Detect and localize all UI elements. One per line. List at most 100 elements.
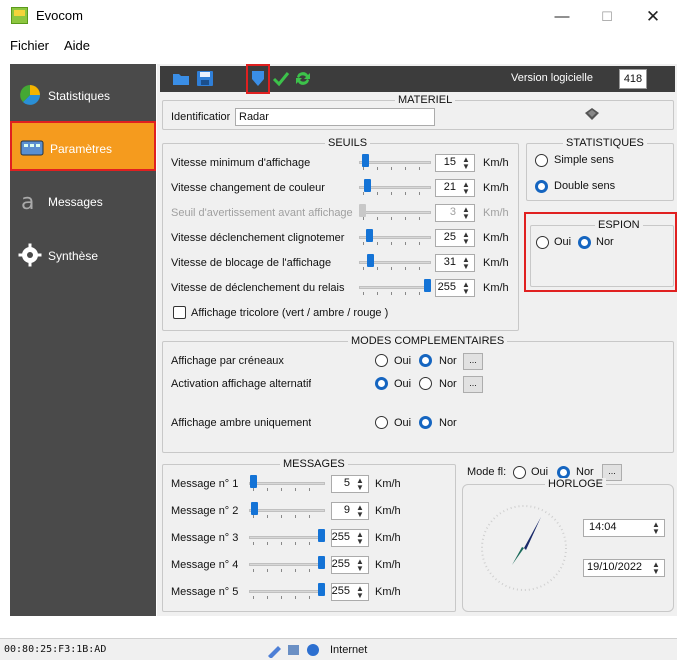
seuil-spinbox: 3 ▲ ▼	[435, 204, 475, 222]
maximize-button[interactable]: ☐	[590, 4, 624, 30]
spin-arrows-icon[interactable]: ▲ ▼	[459, 206, 473, 221]
seuil-unit: Km/h	[483, 257, 509, 269]
mode-non-radio[interactable]	[419, 416, 432, 429]
mode-flash-oui-radio[interactable]	[513, 466, 526, 479]
date-input[interactable]: 19/10/2022 ▲ ▼	[583, 559, 665, 577]
seuil-label: Vitesse changement de couleur	[171, 182, 325, 194]
spin-arrows-icon[interactable]: ▲ ▼	[459, 256, 473, 271]
slider-ticks	[363, 167, 427, 170]
seuil-slider[interactable]	[359, 154, 431, 170]
time-spin-icon[interactable]: ▲ ▼	[649, 521, 663, 536]
slider-ticks	[253, 515, 321, 518]
spin-arrows-icon[interactable]: ▲ ▼	[459, 231, 473, 246]
open-folder-icon[interactable]	[172, 70, 190, 87]
seuil-spinbox[interactable]: 255 ▲ ▼	[435, 279, 475, 297]
slider-thumb[interactable]	[318, 583, 325, 596]
identification-input[interactable]: Radar	[235, 108, 435, 126]
message-spinbox[interactable]: 255 ▲ ▼	[331, 556, 369, 574]
spin-arrows-icon[interactable]: ▲ ▼	[353, 531, 367, 546]
version-label: Version logicielle	[511, 72, 593, 84]
spin-arrows-icon[interactable]: ▲ ▼	[353, 585, 367, 600]
mode-more-button[interactable]: ...	[463, 376, 483, 393]
slider-thumb[interactable]	[364, 179, 371, 192]
message-spinbox[interactable]: 255 ▲ ▼	[331, 529, 369, 547]
double-sens-radio[interactable]	[535, 180, 548, 193]
title-bar: Evocom — ☐ ✕	[0, 0, 677, 34]
spin-arrows-icon[interactable]: ▲ ▼	[459, 281, 473, 296]
seuil-spinbox[interactable]: 15 ▲ ▼	[435, 154, 475, 172]
spin-arrows-icon[interactable]: ▲ ▼	[353, 558, 367, 573]
slider-thumb[interactable]	[366, 229, 373, 242]
sidebar-item-synthese[interactable]: Synthèse	[10, 230, 156, 280]
seuil-spinbox[interactable]: 25 ▲ ▼	[435, 229, 475, 247]
message-slider[interactable]	[249, 556, 325, 572]
slider-track	[249, 563, 325, 566]
message-label: Message n° 2	[171, 505, 239, 517]
version-value: 418	[619, 69, 647, 89]
mode-label: Affichage par créneaux	[171, 355, 284, 367]
mode-more-button[interactable]: ...	[463, 353, 483, 370]
message-label: Message n° 1	[171, 478, 239, 490]
simple-sens-label: Simple sens	[554, 154, 614, 166]
seuil-value: 21	[443, 181, 456, 193]
identification-label: Identificatior	[171, 111, 231, 123]
message-spinbox[interactable]: 255 ▲ ▼	[331, 583, 369, 601]
slider-thumb[interactable]	[367, 254, 374, 267]
save-icon[interactable]	[196, 70, 214, 87]
slider-thumb[interactable]	[359, 204, 366, 217]
slider-thumb[interactable]	[362, 154, 369, 167]
mode-oui-radio[interactable]	[375, 416, 388, 429]
slider-thumb[interactable]	[318, 556, 325, 569]
messages-group: MESSAGES Message n° 1 5 ▲ ▼ Km/h Message n° 2…	[162, 458, 456, 612]
simple-sens-radio[interactable]	[535, 154, 548, 167]
seuil-slider[interactable]	[359, 229, 431, 245]
message-value: 255	[331, 558, 350, 570]
seuil-slider[interactable]	[359, 254, 431, 270]
menu-fichier[interactable]: Fichier	[10, 38, 49, 53]
toolbar: Version logicielle 418	[160, 64, 675, 94]
close-button[interactable]: ✕	[636, 4, 670, 30]
sidebar: Statistiques Paramètres a Messages Synth…	[10, 64, 156, 616]
mode-non-radio[interactable]	[419, 354, 432, 367]
spin-arrows-icon[interactable]: ▲ ▼	[353, 477, 367, 492]
slider-thumb[interactable]	[318, 529, 325, 542]
date-spin-icon[interactable]: ▲ ▼	[649, 561, 663, 576]
spin-arrows-icon[interactable]: ▲ ▼	[459, 181, 473, 196]
mode-oui-radio[interactable]	[375, 354, 388, 367]
check-icon[interactable]	[272, 70, 290, 87]
menu-aide[interactable]: Aide	[64, 38, 90, 53]
message-spinbox[interactable]: 5 ▲ ▼	[331, 475, 369, 493]
svg-text:a: a	[21, 190, 34, 213]
message-slider[interactable]	[249, 583, 325, 599]
sidebar-item-parametres[interactable]: Paramètres	[10, 121, 156, 171]
refresh-icon[interactable]	[294, 70, 312, 87]
seuil-unit: Km/h	[483, 282, 509, 294]
minimize-button[interactable]: —	[545, 4, 579, 30]
slider-thumb[interactable]	[251, 502, 258, 515]
time-input[interactable]: 14:04 ▲ ▼	[583, 519, 665, 537]
message-unit: Km/h	[375, 559, 401, 571]
seuils-group: SEUILS Vitesse minimum d'affichage 15 ▲ ▼ Km…	[162, 137, 519, 331]
seuil-slider[interactable]	[359, 179, 431, 195]
message-slider[interactable]	[249, 529, 325, 545]
download-highlight	[246, 64, 270, 94]
seuil-label: Vitesse de blocage de l'affichage	[171, 257, 332, 269]
spin-arrows-icon[interactable]: ▲ ▼	[459, 156, 473, 171]
slider-thumb[interactable]	[424, 279, 431, 292]
seuil-spinbox[interactable]: 31 ▲ ▼	[435, 254, 475, 272]
sidebar-item-messages[interactable]: a Messages	[10, 176, 156, 226]
seuil-value: 25	[443, 231, 456, 243]
seuil-spinbox[interactable]: 21 ▲ ▼	[435, 179, 475, 197]
message-slider[interactable]	[249, 475, 325, 491]
message-slider[interactable]	[249, 502, 325, 518]
seuil-slider[interactable]	[359, 279, 431, 295]
spin-arrows-icon[interactable]: ▲ ▼	[353, 504, 367, 519]
sidebar-item-statistiques[interactable]: Statistiques	[10, 70, 156, 120]
tricolor-label: Affichage tricolore (vert / ambre / roug…	[191, 307, 389, 319]
mode-oui-radio[interactable]	[375, 377, 388, 390]
slider-thumb[interactable]	[250, 475, 257, 488]
mode-non-radio[interactable]	[419, 377, 432, 390]
message-spinbox[interactable]: 9 ▲ ▼	[331, 502, 369, 520]
tricolor-checkbox[interactable]	[173, 306, 186, 319]
message-value: 255	[331, 531, 350, 543]
